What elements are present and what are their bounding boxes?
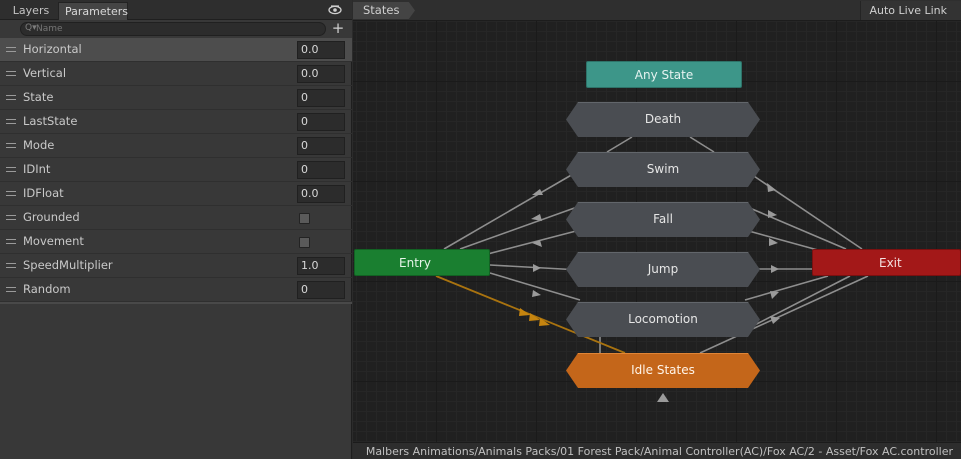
parameters-panel: Layers Parameters Q▾ + Horizontal0.0Vert…: [0, 0, 352, 459]
add-parameter-button[interactable]: +: [330, 21, 346, 37]
parameter-value-field[interactable]: 0.0: [297, 41, 345, 59]
drag-handle-icon[interactable]: [6, 71, 16, 76]
drag-handle-icon[interactable]: [6, 143, 16, 148]
parameter-name: Mode: [23, 138, 55, 152]
parameter-name: Random: [23, 282, 71, 296]
parameter-name: Movement: [23, 234, 84, 248]
parameter-row[interactable]: IDFloat 0.0: [0, 182, 352, 206]
eye-icon[interactable]: [328, 4, 342, 16]
parameter-row[interactable]: Random 0: [0, 278, 352, 302]
breadcrumb[interactable]: States: [353, 2, 415, 19]
parameter-row[interactable]: SpeedMultiplier 1.0: [0, 254, 352, 278]
drag-handle-icon[interactable]: [6, 95, 16, 100]
parameter-name: State: [23, 90, 54, 104]
drag-handle-icon[interactable]: [6, 191, 16, 196]
node-death[interactable]: Death: [566, 102, 760, 137]
node-entry[interactable]: Entry: [354, 249, 490, 276]
panel-tab-bar: Layers Parameters: [0, 0, 352, 20]
node-swim[interactable]: Swim: [566, 152, 760, 187]
parameter-name: SpeedMultiplier: [23, 258, 113, 272]
parameter-value-field[interactable]: 0: [297, 281, 345, 299]
drag-handle-icon[interactable]: [6, 215, 16, 220]
parameter-list: Horizontal 0.0 Vertical 0.0 State 0 LastState 0…: [0, 38, 352, 302]
parameter-value-field[interactable]: 0: [297, 161, 345, 179]
parameter-checkbox[interactable]: [299, 213, 310, 224]
divider: [0, 302, 352, 304]
parameter-row[interactable]: Horizontal 0.0: [0, 38, 352, 62]
parameter-name: IDFloat: [23, 186, 64, 200]
tab-layers[interactable]: Layers: [4, 2, 58, 20]
node-any-state[interactable]: Any State: [586, 61, 742, 88]
parameter-name: Vertical: [23, 66, 67, 80]
parameter-row[interactable]: Mode 0: [0, 134, 352, 158]
node-jump[interactable]: Jump: [566, 252, 760, 287]
parameter-name: IDInt: [23, 162, 51, 176]
parameter-row[interactable]: Grounded: [0, 206, 352, 230]
parameter-value-field[interactable]: 0: [297, 113, 345, 131]
drag-handle-icon[interactable]: [6, 47, 16, 52]
parameter-name: LastState: [23, 114, 78, 128]
search-icon: Q▾: [25, 23, 37, 33]
drag-handle-icon[interactable]: [6, 167, 16, 172]
parameter-row[interactable]: Vertical 0.0: [0, 62, 352, 86]
drag-handle-icon[interactable]: [6, 287, 16, 292]
up-arrow-icon[interactable]: [657, 393, 669, 402]
parameter-value-field[interactable]: 0: [297, 137, 345, 155]
status-bar: Malbers Animations/Animals Packs/01 Fore…: [353, 442, 961, 459]
drag-handle-icon[interactable]: [6, 239, 16, 244]
search-row: Q▾ +: [0, 20, 352, 38]
parameter-value-field[interactable]: 1.0: [297, 257, 345, 275]
parameter-row[interactable]: Movement: [0, 230, 352, 254]
node-exit[interactable]: Exit: [812, 249, 961, 276]
node-locomotion[interactable]: Locomotion: [566, 302, 760, 337]
parameter-value-field[interactable]: 0.0: [297, 65, 345, 83]
graph-toolbar: States Auto Live Link: [353, 0, 961, 21]
parameter-value-field[interactable]: 0.0: [297, 185, 345, 203]
node-idle-states[interactable]: Idle States: [566, 353, 760, 388]
drag-handle-icon[interactable]: [6, 119, 16, 124]
asset-path: Malbers Animations/Animals Packs/01 Fore…: [365, 445, 953, 458]
search-input[interactable]: [20, 22, 326, 36]
parameter-row[interactable]: State 0: [0, 86, 352, 110]
parameter-name: Grounded: [23, 210, 80, 224]
parameter-row[interactable]: LastState 0: [0, 110, 352, 134]
node-fall[interactable]: Fall: [566, 202, 760, 237]
auto-live-link-button[interactable]: Auto Live Link: [860, 1, 961, 20]
drag-handle-icon[interactable]: [6, 263, 16, 268]
parameter-name: Horizontal: [23, 42, 82, 56]
parameter-row[interactable]: IDInt 0: [0, 158, 352, 182]
parameter-value-field[interactable]: 0: [297, 89, 345, 107]
tab-parameters[interactable]: Parameters: [58, 2, 128, 20]
parameter-checkbox[interactable]: [299, 237, 310, 248]
